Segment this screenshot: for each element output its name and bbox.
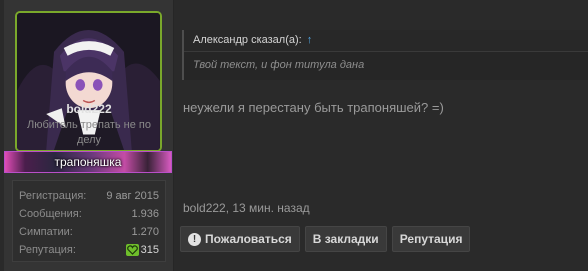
stat-label: Регистрация: xyxy=(19,190,87,202)
user-panel: bold222 Любитель трепать не по делу трап… xyxy=(4,0,174,271)
stat-value: 1.270 xyxy=(131,226,159,238)
user-stats: Регистрация: 9 авг 2015 Сообщения: 1.936… xyxy=(12,180,166,262)
report-button[interactable]: ! Пожаловаться xyxy=(180,226,300,252)
stat-label: Сообщения: xyxy=(19,208,82,220)
arrow-up-icon[interactable]: ↑ xyxy=(307,34,313,46)
post-meta[interactable]: bold222, 13 мин. назад xyxy=(183,201,310,215)
stat-label: Репутация: xyxy=(19,244,76,256)
reputation-value: 315 xyxy=(125,244,159,256)
forum-post: bold222 Любитель трепать не по делу трап… xyxy=(0,0,588,271)
bookmark-button[interactable]: В закладки xyxy=(304,226,387,252)
stat-value: 9 авг 2015 xyxy=(106,190,159,202)
stat-value[interactable]: 1.936 xyxy=(131,208,159,220)
report-label: Пожаловаться xyxy=(205,232,292,246)
warning-icon: ! xyxy=(188,232,201,246)
quote-text: Твой текст, и фон титула дана xyxy=(193,59,365,71)
user-banner-text: трапоняшка xyxy=(54,155,122,169)
stat-row-registration: Регистрация: 9 авг 2015 xyxy=(19,187,159,205)
stat-label: Симпатии: xyxy=(19,226,73,238)
post-actions: ! Пожаловаться В закладки Репутация xyxy=(180,226,471,252)
message-text: неужели я перестану быть трапоняшей? =) xyxy=(183,100,444,115)
quote-header: Александр сказал(а): ↑ xyxy=(184,30,588,52)
user-banner: трапоняшка xyxy=(4,151,172,173)
reputation-button[interactable]: Репутация xyxy=(391,226,471,252)
bookmark-label: В закладки xyxy=(312,232,379,246)
reputation-count: 315 xyxy=(140,244,159,256)
stat-row-messages: Сообщения: 1.936 xyxy=(19,205,159,223)
reputation-label: Репутация xyxy=(399,232,463,246)
heart-icon xyxy=(125,244,139,256)
quote-author: Александр сказал(а): xyxy=(193,34,302,46)
stat-row-reputation: Репутация: 315 xyxy=(19,241,159,259)
quote-block: Александр сказал(а): ↑ Твой текст, и фон… xyxy=(182,30,588,80)
username[interactable]: bold222 xyxy=(4,102,174,116)
user-title: Любитель трепать не по делу xyxy=(26,119,152,146)
stat-row-likes: Симпатии: 1.270 xyxy=(19,223,159,241)
